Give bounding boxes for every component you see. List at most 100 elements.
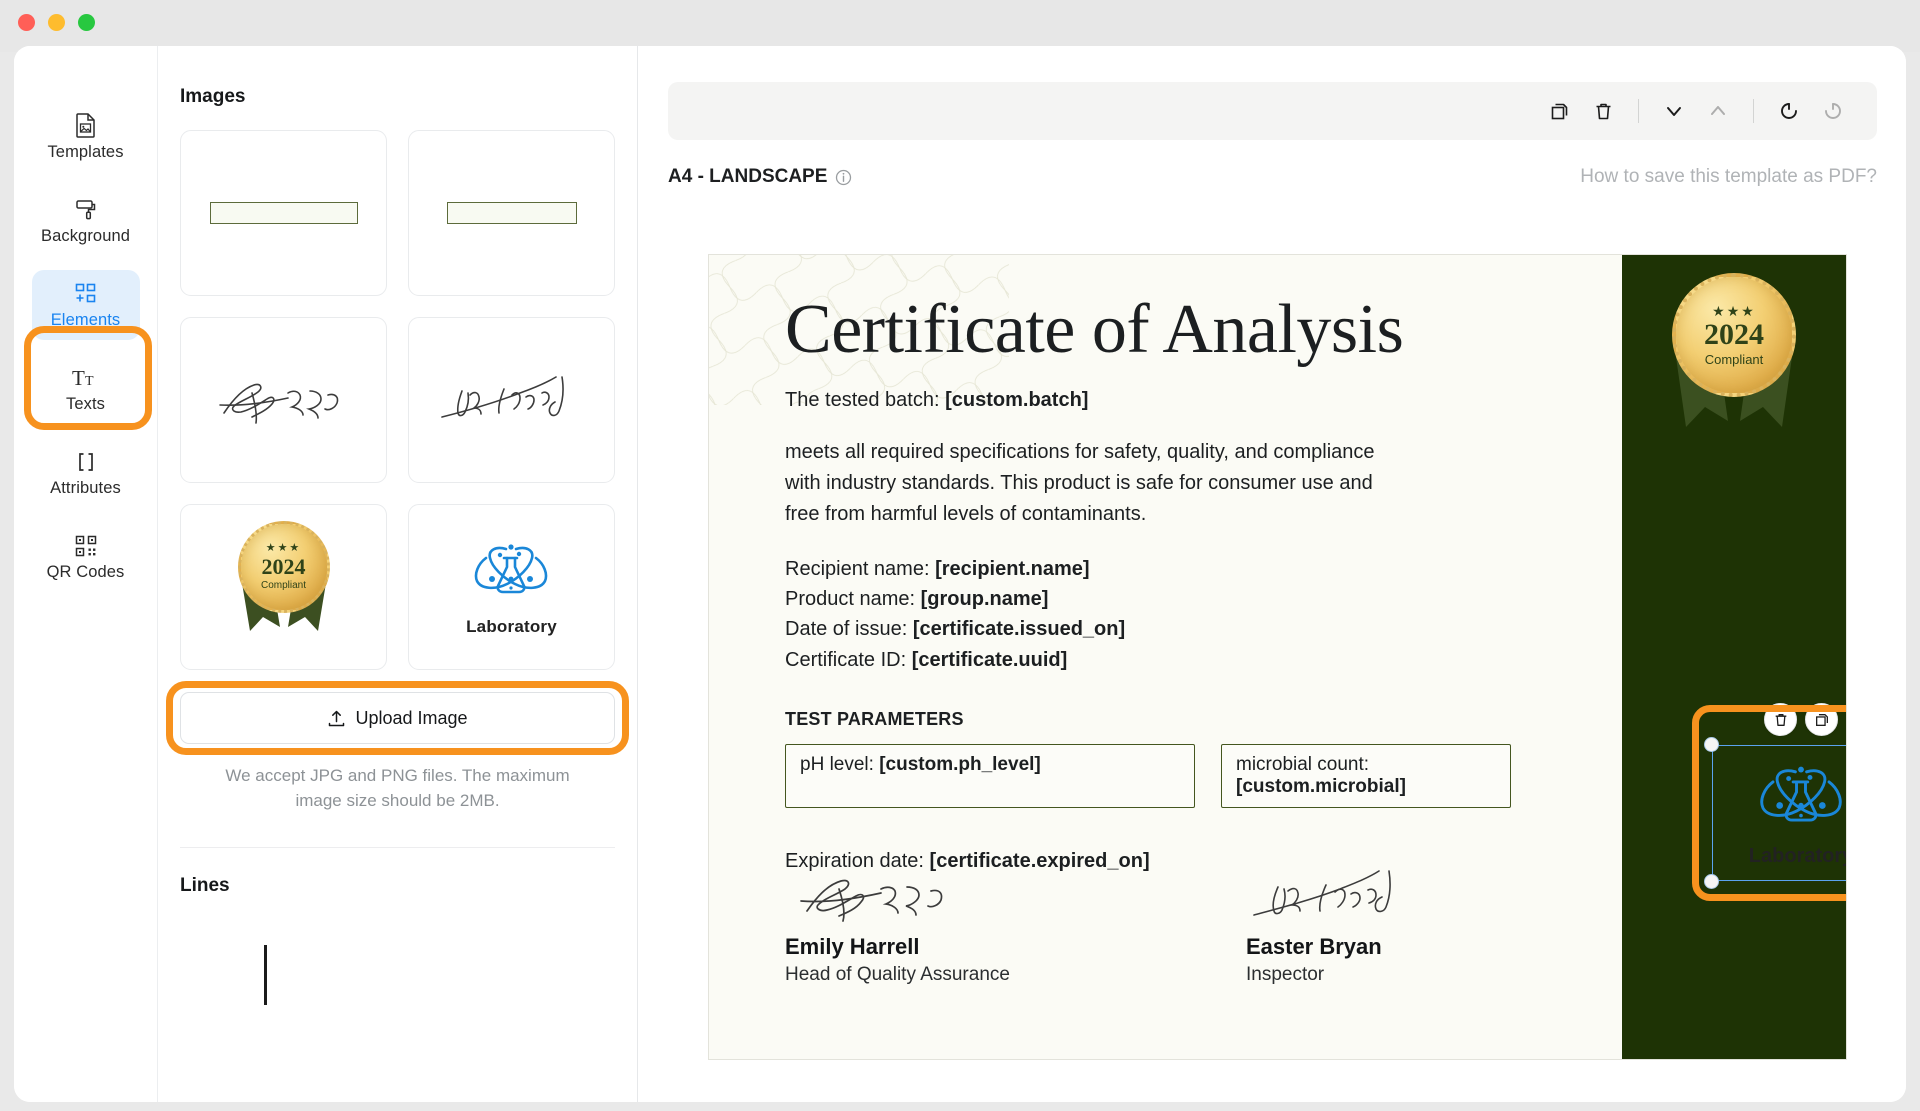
duplicate-element-button[interactable] xyxy=(1805,703,1838,736)
sidebar-item-elements[interactable]: Elements xyxy=(31,270,140,340)
laboratory-logo: Laboratory xyxy=(466,538,557,637)
line-box-shape xyxy=(446,202,577,224)
certificate-title[interactable]: Certificate of Analysis xyxy=(785,293,1585,367)
laboratory-logo: Laboratory xyxy=(1712,745,1847,881)
trash-icon xyxy=(1596,103,1610,119)
parameter-token: [custom.microbial] xyxy=(1236,776,1406,798)
upload-image-button[interactable]: Upload Image xyxy=(180,692,615,744)
canvas-toolbar xyxy=(668,82,1877,140)
images-panel: Images ★★★ 2024 Compliant Laboratory Upl… xyxy=(157,46,638,1102)
certificate-award-badge: ★★★ 2024 Compliant xyxy=(1654,273,1814,453)
sidebar-item-texts[interactable]: TT Texts xyxy=(32,354,140,424)
brackets-icon xyxy=(32,449,140,475)
thumbnail-signature-john[interactable] xyxy=(408,317,615,483)
laboratory-flask-atom-icon xyxy=(1760,766,1842,822)
thumbnail-vertical-line[interactable] xyxy=(264,945,267,1006)
sidebar: Templates Background Elements TT Texts A… xyxy=(14,46,157,1102)
signature-role: Inspector xyxy=(1245,964,1325,985)
undo-icon xyxy=(1781,103,1797,119)
parameter-label: microbial count: xyxy=(1236,754,1370,776)
upload-hint-text: We accept JPG and PNG files. The maximum… xyxy=(225,766,570,810)
field-recipient-name[interactable]: Recipient name: [recipient.name] xyxy=(785,554,1585,584)
field-token: [certificate.issued_on] xyxy=(912,618,1126,641)
thumbnail-laboratory-logo[interactable]: Laboratory xyxy=(408,504,615,670)
award-badge-icon: ★★★ 2024 Compliant xyxy=(225,521,343,653)
paint-roller-icon xyxy=(32,197,140,223)
signature-row: Emily Harrell Head of Quality Assurance xyxy=(785,865,1421,986)
thumbnail-signature-steven[interactable] xyxy=(180,317,387,483)
signature-name: Emily Harrell xyxy=(785,934,920,959)
sidebar-item-qr-codes[interactable]: QR Codes xyxy=(32,522,140,592)
signature-john-icon xyxy=(440,376,564,418)
parameter-microbial-count[interactable]: microbial count: [custom.microbial] xyxy=(1221,744,1511,809)
sidebar-item-background[interactable]: Background xyxy=(32,186,140,256)
selected-laboratory-element[interactable]: Laboratory xyxy=(1704,703,1847,889)
field-product-name[interactable]: Product name: [group.name] xyxy=(785,584,1585,614)
signature-block-emily[interactable]: Emily Harrell Head of Quality Assurance xyxy=(785,865,1010,986)
delete-element-button[interactable] xyxy=(1764,703,1797,736)
image-thumbnail-grid: ★★★ 2024 Compliant Laboratory xyxy=(180,130,615,670)
thumbnail-line-box-wide[interactable] xyxy=(180,130,387,296)
signature-role: Head of Quality Assurance xyxy=(785,964,1010,985)
maximize-window-button[interactable] xyxy=(78,14,95,31)
certificate-paragraph[interactable]: meets all required specifications for sa… xyxy=(785,437,1405,530)
selection-action-buttons xyxy=(1764,703,1838,736)
duplicate-button[interactable] xyxy=(1539,91,1579,131)
signature-steven-icon xyxy=(800,879,943,922)
batch-token: [custom.batch] xyxy=(945,388,1089,411)
images-heading: Images xyxy=(180,86,246,107)
laboratory-flask-atom-icon xyxy=(475,543,548,593)
thumbnail-award-badge[interactable]: ★★★ 2024 Compliant xyxy=(180,504,387,670)
move-layer-up-button[interactable] xyxy=(1698,91,1738,131)
signature-steven-icon xyxy=(218,383,338,424)
trash-icon xyxy=(1775,713,1786,726)
sidebar-item-templates[interactable]: Templates xyxy=(32,102,140,172)
field-token: [group.name] xyxy=(920,587,1049,610)
move-layer-down-button[interactable] xyxy=(1654,91,1694,131)
laboratory-label: Laboratory xyxy=(1748,844,1847,867)
delete-button[interactable] xyxy=(1583,91,1623,131)
field-certificate-id[interactable]: Certificate ID: [certificate.uuid] xyxy=(785,645,1585,675)
badge-year: 2024 xyxy=(261,554,306,579)
sidebar-item-label: Background xyxy=(40,227,131,245)
field-token: [recipient.name] xyxy=(935,557,1090,580)
minimize-window-button[interactable] xyxy=(48,14,65,31)
signature-name: Easter Bryan xyxy=(1245,934,1382,959)
sidebar-item-label: Templates xyxy=(47,143,124,161)
save-as-pdf-link[interactable]: How to save this template as PDF? xyxy=(1580,166,1877,188)
sidebar-item-label: Texts xyxy=(65,395,105,413)
copy-icon xyxy=(1551,103,1567,119)
field-date-of-issue[interactable]: Date of issue: [certificate.issued_on] xyxy=(785,614,1585,644)
page-format: A4 - LANDSCAPE xyxy=(668,166,852,188)
batch-line[interactable]: The tested batch: [custom.batch] xyxy=(785,385,1585,415)
lines-heading: Lines xyxy=(180,875,230,897)
copy-icon xyxy=(1815,713,1828,726)
parameter-token: [custom.ph_level] xyxy=(879,754,1041,776)
info-icon[interactable] xyxy=(835,169,852,186)
batch-label: The tested batch: xyxy=(785,388,940,411)
text-format-icon: TT xyxy=(32,365,140,391)
document-image-icon xyxy=(32,113,140,139)
add-element-icon xyxy=(32,281,140,307)
redo-button[interactable] xyxy=(1813,91,1853,131)
upload-button-label: Upload Image xyxy=(355,707,468,728)
page-meta-row: A4 - LANDSCAPE How to save this template… xyxy=(668,166,1877,188)
toolbar-separator xyxy=(1638,99,1639,123)
close-window-button[interactable] xyxy=(18,14,35,31)
certificate-canvas[interactable]: ★★★ 2024 Compliant Certificate of Analys… xyxy=(708,254,1847,1060)
badge-subtitle: Compliant xyxy=(1704,351,1764,367)
sidebar-item-label: Elements xyxy=(50,311,121,329)
parameter-ph-level[interactable]: pH level: [custom.ph_level] xyxy=(785,744,1195,809)
badge-stars: ★★★ xyxy=(265,542,302,554)
sidebar-item-attributes[interactable]: Attributes xyxy=(32,438,140,508)
signature-john-icon xyxy=(1253,870,1391,916)
app-window: Templates Background Elements TT Texts A… xyxy=(14,46,1906,1102)
thumbnail-line-box-narrow[interactable] xyxy=(408,130,615,296)
signature-block-easter[interactable]: Easter Bryan Inspector xyxy=(1246,865,1421,986)
page-format-label: A4 - LANDSCAPE xyxy=(668,166,828,187)
redo-icon xyxy=(1825,103,1841,119)
traffic-lights xyxy=(18,14,95,31)
badge-medallion: ★★★ 2024 Compliant xyxy=(237,521,330,613)
qr-code-icon xyxy=(32,533,140,559)
undo-button[interactable] xyxy=(1769,91,1809,131)
